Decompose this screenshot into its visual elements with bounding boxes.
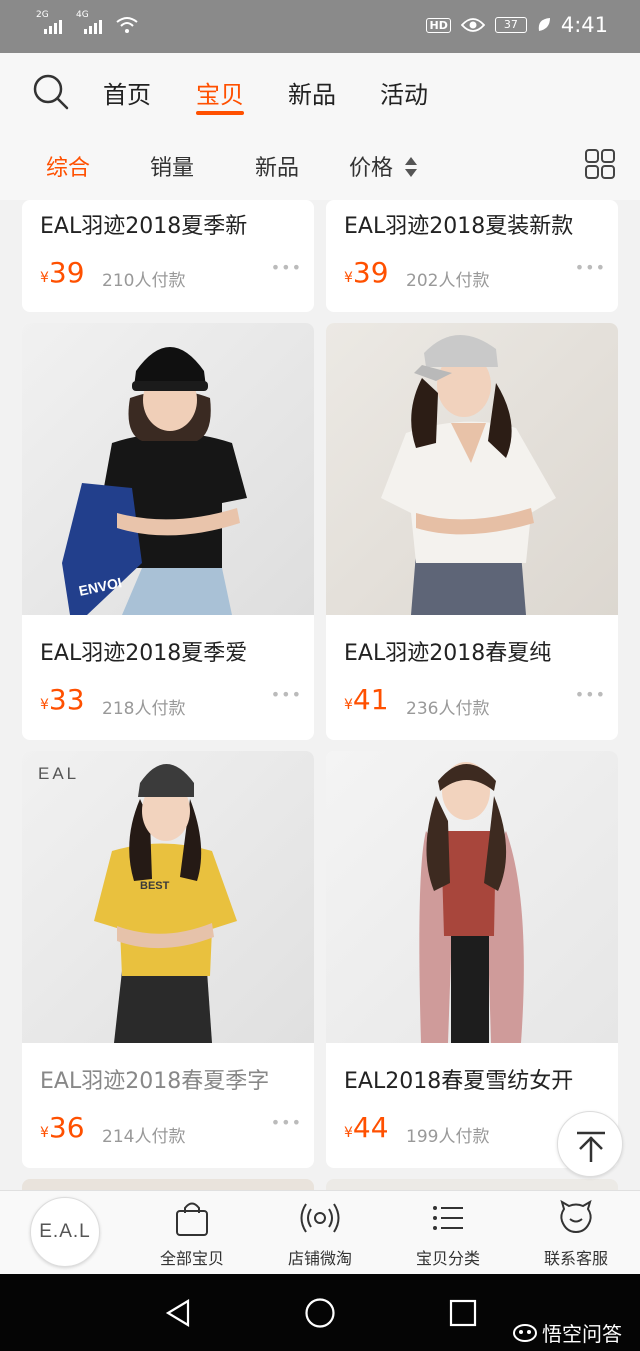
more-options-icon[interactable]: •••	[271, 685, 302, 704]
sold-count: 202人付款	[406, 271, 490, 291]
tab-new-arrivals[interactable]: 新品	[288, 75, 336, 110]
shopping-bag-icon	[176, 1202, 208, 1236]
sort-comprehensive[interactable]: 综合	[46, 150, 90, 182]
sort-bar: 综合 销量 新品 价格	[0, 128, 640, 200]
shirt-print-text: BEST	[140, 880, 170, 892]
list-icon	[433, 1206, 463, 1230]
sort-price[interactable]: 价格	[349, 150, 418, 182]
product-title: EAL羽迹2018夏季爱	[40, 641, 248, 666]
product-card[interactable]: EAL BEST EAL羽迹2018春夏季字 ¥36 214人付款 •••	[22, 751, 314, 1168]
more-options-icon[interactable]: •••	[575, 685, 606, 704]
all-products-label: 全部宝贝	[159, 1249, 224, 1268]
product-price: ¥39	[40, 256, 85, 289]
arrow-up-icon	[577, 1131, 605, 1162]
back-to-top-button[interactable]	[557, 1111, 623, 1177]
product-card[interactable]: EAL羽迹2018夏季新 ¥39 210人付款 •••	[22, 200, 314, 312]
more-options-icon[interactable]: •••	[271, 258, 302, 277]
shop-feed-button[interactable]: 店铺微淘	[260, 1199, 380, 1269]
product-price: ¥36	[40, 1111, 85, 1144]
tab-home[interactable]: 首页	[103, 75, 151, 110]
more-options-icon[interactable]: •••	[271, 1113, 302, 1132]
watermark: 悟空问答	[512, 1318, 622, 1347]
chat-face-icon	[560, 1199, 592, 1234]
grid-view-toggle-icon[interactable]	[584, 148, 616, 180]
shop-bottom-bar: E.A.L 全部宝贝 店铺微淘 宝贝分类 联系客服	[0, 1190, 640, 1274]
signal-2g-icon: 2G	[36, 10, 66, 34]
status-bar: 2G 4G HD 37 4:41	[0, 0, 640, 53]
active-tab-indicator	[196, 111, 244, 115]
shop-top-nav: 首页 宝贝 新品 活动	[0, 53, 640, 128]
tab-events[interactable]: 活动	[380, 75, 428, 110]
product-title: EAL羽迹2018春夏季字	[40, 1069, 270, 1094]
home-circle-icon[interactable]	[304, 1297, 336, 1329]
sold-count: 236人付款	[406, 699, 490, 719]
sold-count: 214人付款	[102, 1127, 186, 1147]
clock: 4:41	[560, 13, 608, 37]
product-photo: EAL BEST	[22, 751, 314, 1043]
taobao-shop-screen: 2G 4G HD 37 4:41 首页 宝贝 新品 活动 综合 销量 新品 价格…	[0, 0, 640, 1351]
back-triangle-icon[interactable]	[164, 1298, 192, 1328]
product-price: ¥41	[344, 683, 389, 716]
product-card[interactable]: EAL羽迹2018夏装新款 ¥39 202人付款 •••	[326, 200, 618, 312]
sold-count: 199人付款	[406, 1127, 490, 1147]
product-card[interactable]: ENVOI EAL羽迹2018夏季爱 ¥33 218人付款 •••	[22, 323, 314, 740]
network-type-label: 2G	[36, 10, 49, 20]
sort-new[interactable]: 新品	[255, 150, 299, 182]
product-categories-label: 宝贝分类	[415, 1249, 480, 1268]
network-type-label: 4G	[76, 10, 89, 20]
product-price: ¥44	[344, 1111, 389, 1144]
watermark-text: 悟空问答	[542, 1322, 622, 1346]
shop-logo[interactable]: E.A.L	[30, 1197, 100, 1267]
battery-icon: 37	[494, 17, 527, 33]
eye-comfort-icon	[460, 18, 485, 32]
search-icon[interactable]	[32, 73, 70, 111]
broadcast-icon	[300, 1203, 340, 1233]
customer-service-label: 联系客服	[543, 1249, 608, 1268]
sold-count: 218人付款	[102, 699, 186, 719]
product-photo	[326, 751, 618, 1043]
tab-products[interactable]: 宝贝	[196, 75, 244, 110]
product-photo: ENVOI	[22, 323, 314, 615]
product-photo	[326, 323, 618, 615]
product-card[interactable]: EAL2018春夏雪纺女开 ¥44 199人付款	[326, 751, 618, 1168]
sold-count: 210人付款	[102, 271, 186, 291]
sort-price-label: 价格	[349, 156, 394, 181]
product-card[interactable]: EAL羽迹2018春夏纯 ¥41 236人付款 •••	[326, 323, 618, 740]
signal-4g-icon: 4G	[76, 10, 106, 34]
wifi-icon	[116, 17, 138, 33]
sort-arrows-icon	[405, 157, 418, 177]
product-price: ¥33	[40, 683, 85, 716]
product-title: EAL羽迹2018夏装新款	[344, 214, 574, 239]
customer-service-button[interactable]: 联系客服	[516, 1199, 636, 1269]
product-price: ¥39	[344, 256, 389, 289]
wukong-logo-icon	[513, 1323, 537, 1342]
leaf-icon	[538, 18, 550, 31]
product-categories-button[interactable]: 宝贝分类	[388, 1199, 508, 1269]
photo-brand-mark: EAL	[38, 764, 79, 783]
hd-badge: HD	[426, 17, 451, 33]
more-options-icon[interactable]: •••	[575, 258, 606, 277]
product-title: EAL2018春夏雪纺女开	[344, 1069, 574, 1094]
recent-apps-square-icon[interactable]	[449, 1299, 477, 1327]
shop-feed-label: 店铺微淘	[287, 1249, 352, 1268]
sort-sales[interactable]: 销量	[150, 150, 194, 182]
product-title: EAL羽迹2018夏季新	[40, 214, 248, 239]
product-title: EAL羽迹2018春夏纯	[344, 641, 552, 666]
all-products-button[interactable]: 全部宝贝	[132, 1199, 252, 1269]
